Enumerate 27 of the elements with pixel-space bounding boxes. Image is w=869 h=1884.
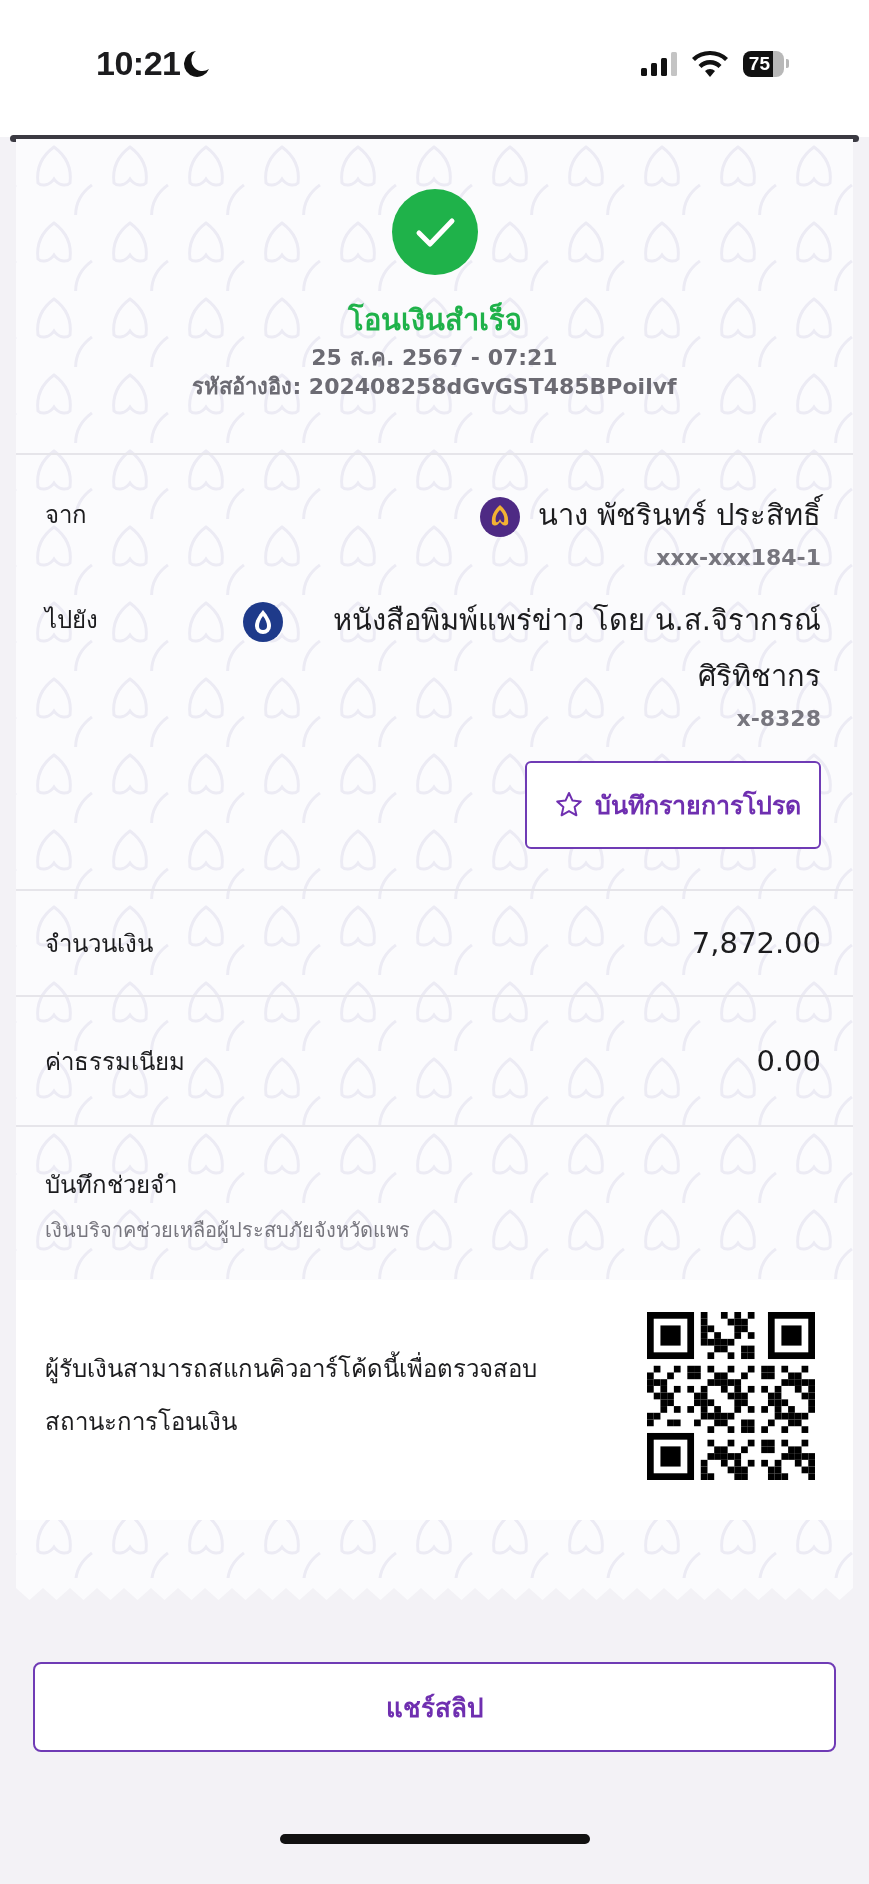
moon-icon xyxy=(184,49,211,78)
qr-instruction: ผู้รับเงินสามารถสแกนคิวอาร์โค้ดนี้เพื่อตรวจสอบสถานะการโอนเงิน xyxy=(45,1343,605,1449)
sender-name: นาง พัชรินทร์ ประสิทธิ์ xyxy=(537,487,821,543)
clock-time: 10:21 xyxy=(96,44,181,83)
bank-logo-icon xyxy=(243,602,283,642)
from-label: จาก xyxy=(45,500,87,531)
amount-value: 7,872.00 xyxy=(691,926,821,960)
to-label: ไปยัง xyxy=(45,605,98,636)
reference-number: รหัสอ้างอิง: 202408258dGvGST485BPoilvf xyxy=(192,373,677,401)
recipient-name: หนังสือพิมพ์แพร่ข่าว โดย น.ส.จิรากรณ์ ศิริทิชากร xyxy=(332,602,821,695)
battery-level: 75 xyxy=(742,50,784,77)
star-icon xyxy=(555,791,583,819)
success-check-icon xyxy=(391,189,478,275)
memo-label: บันทึกช่วยจำ xyxy=(45,1170,178,1201)
wifi-icon xyxy=(690,49,729,78)
transfer-date: 25 ส.ค. 2567 - 07:21 xyxy=(311,344,558,372)
amount-label: จำนวนเงิน xyxy=(45,928,153,960)
fee-label: ค่าธรรมเนียม xyxy=(45,1046,185,1078)
recipient-account: x-8328 xyxy=(736,706,821,731)
share-slip-button[interactable]: แชร์สลิป xyxy=(33,1662,836,1752)
memo-text: เงินบริจาคช่วยเหลือผู้ประสบภัยจังหวัดแพร xyxy=(45,1217,411,1245)
fee-value: 0.00 xyxy=(756,1044,821,1078)
save-favorite-button[interactable]: บันทึกรายการโปรด xyxy=(525,761,821,849)
signal-icon xyxy=(640,51,677,76)
sender-account: xxx-xxx184-1 xyxy=(656,545,821,570)
bank-logo-icon xyxy=(479,497,520,537)
status-title: โอนเงินสำเร็จ xyxy=(347,301,522,339)
